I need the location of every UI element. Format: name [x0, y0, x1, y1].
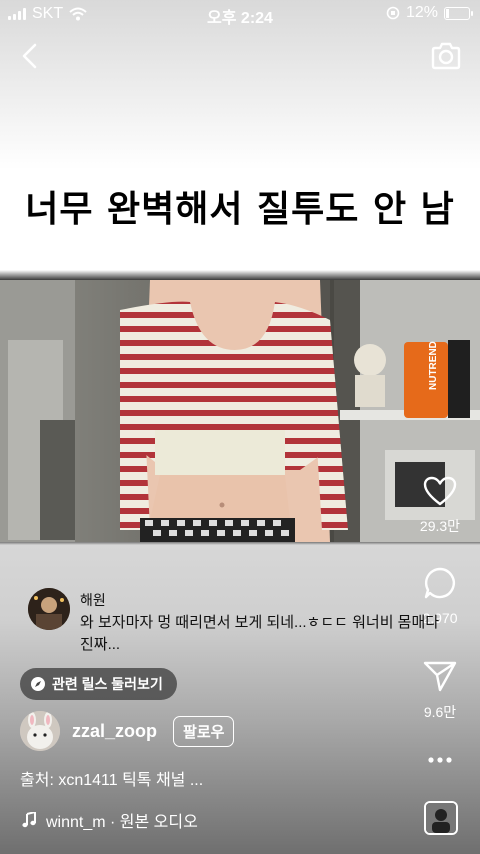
related-reels-button[interactable]: 관련 릴스 둘러보기 [20, 668, 177, 700]
comment-text: 와 보자마자 멍 때리면서 보게 되네...ㅎㄷㄷ 워너비 몸매다 진짜... [80, 614, 440, 653]
camera-button[interactable] [428, 38, 464, 74]
audio-info[interactable]: winnt_m · 원본 오디오 [22, 808, 198, 832]
like-action[interactable]: 29.3만 [400, 476, 480, 536]
more-button[interactable] [400, 756, 480, 764]
send-icon [423, 661, 457, 692]
compass-icon [31, 677, 45, 691]
audio-label: winnt_m · 원본 오디오 [46, 814, 198, 831]
more-icon [428, 757, 452, 763]
heart-icon [423, 476, 457, 506]
orientation-lock-icon [386, 6, 400, 20]
battery-icon [444, 6, 473, 20]
like-count: 29.3만 [419, 518, 461, 534]
status-bar: SKT 오후 2:24 12% [0, 0, 480, 28]
audio-thumbnail[interactable] [424, 801, 458, 835]
related-reels-label: 관련 릴스 둘러보기 [52, 676, 163, 692]
back-button[interactable] [12, 38, 48, 74]
music-note-icon [22, 812, 36, 828]
chevron-left-icon [22, 43, 37, 69]
share-count: 9.6만 [423, 704, 457, 720]
battery-percent: 12% [405, 4, 438, 21]
product-label: NUTREND [428, 341, 439, 390]
follow-button[interactable]: 팔로우 [173, 715, 235, 747]
author-row: zzal_zoop 팔로우 [20, 711, 235, 751]
author-avatar[interactable] [20, 711, 60, 751]
comment-avatar [28, 588, 70, 630]
video-caption: 너무 완벽해서 질투도 안 남 [25, 189, 455, 230]
author-username[interactable]: zzal_zoop [72, 721, 157, 742]
reels-screen: SKT 오후 2:24 12% 너무 완벽해서 질투도 안 남 NUTREND … [0, 0, 480, 854]
share-action[interactable]: 9.6만 [400, 660, 480, 722]
comment-icon [424, 567, 455, 599]
comment-author: 해원 [80, 592, 106, 608]
post-description[interactable]: 출처: xcn1411 틱톡 채널 ... [20, 766, 203, 790]
camera-icon [431, 42, 461, 70]
